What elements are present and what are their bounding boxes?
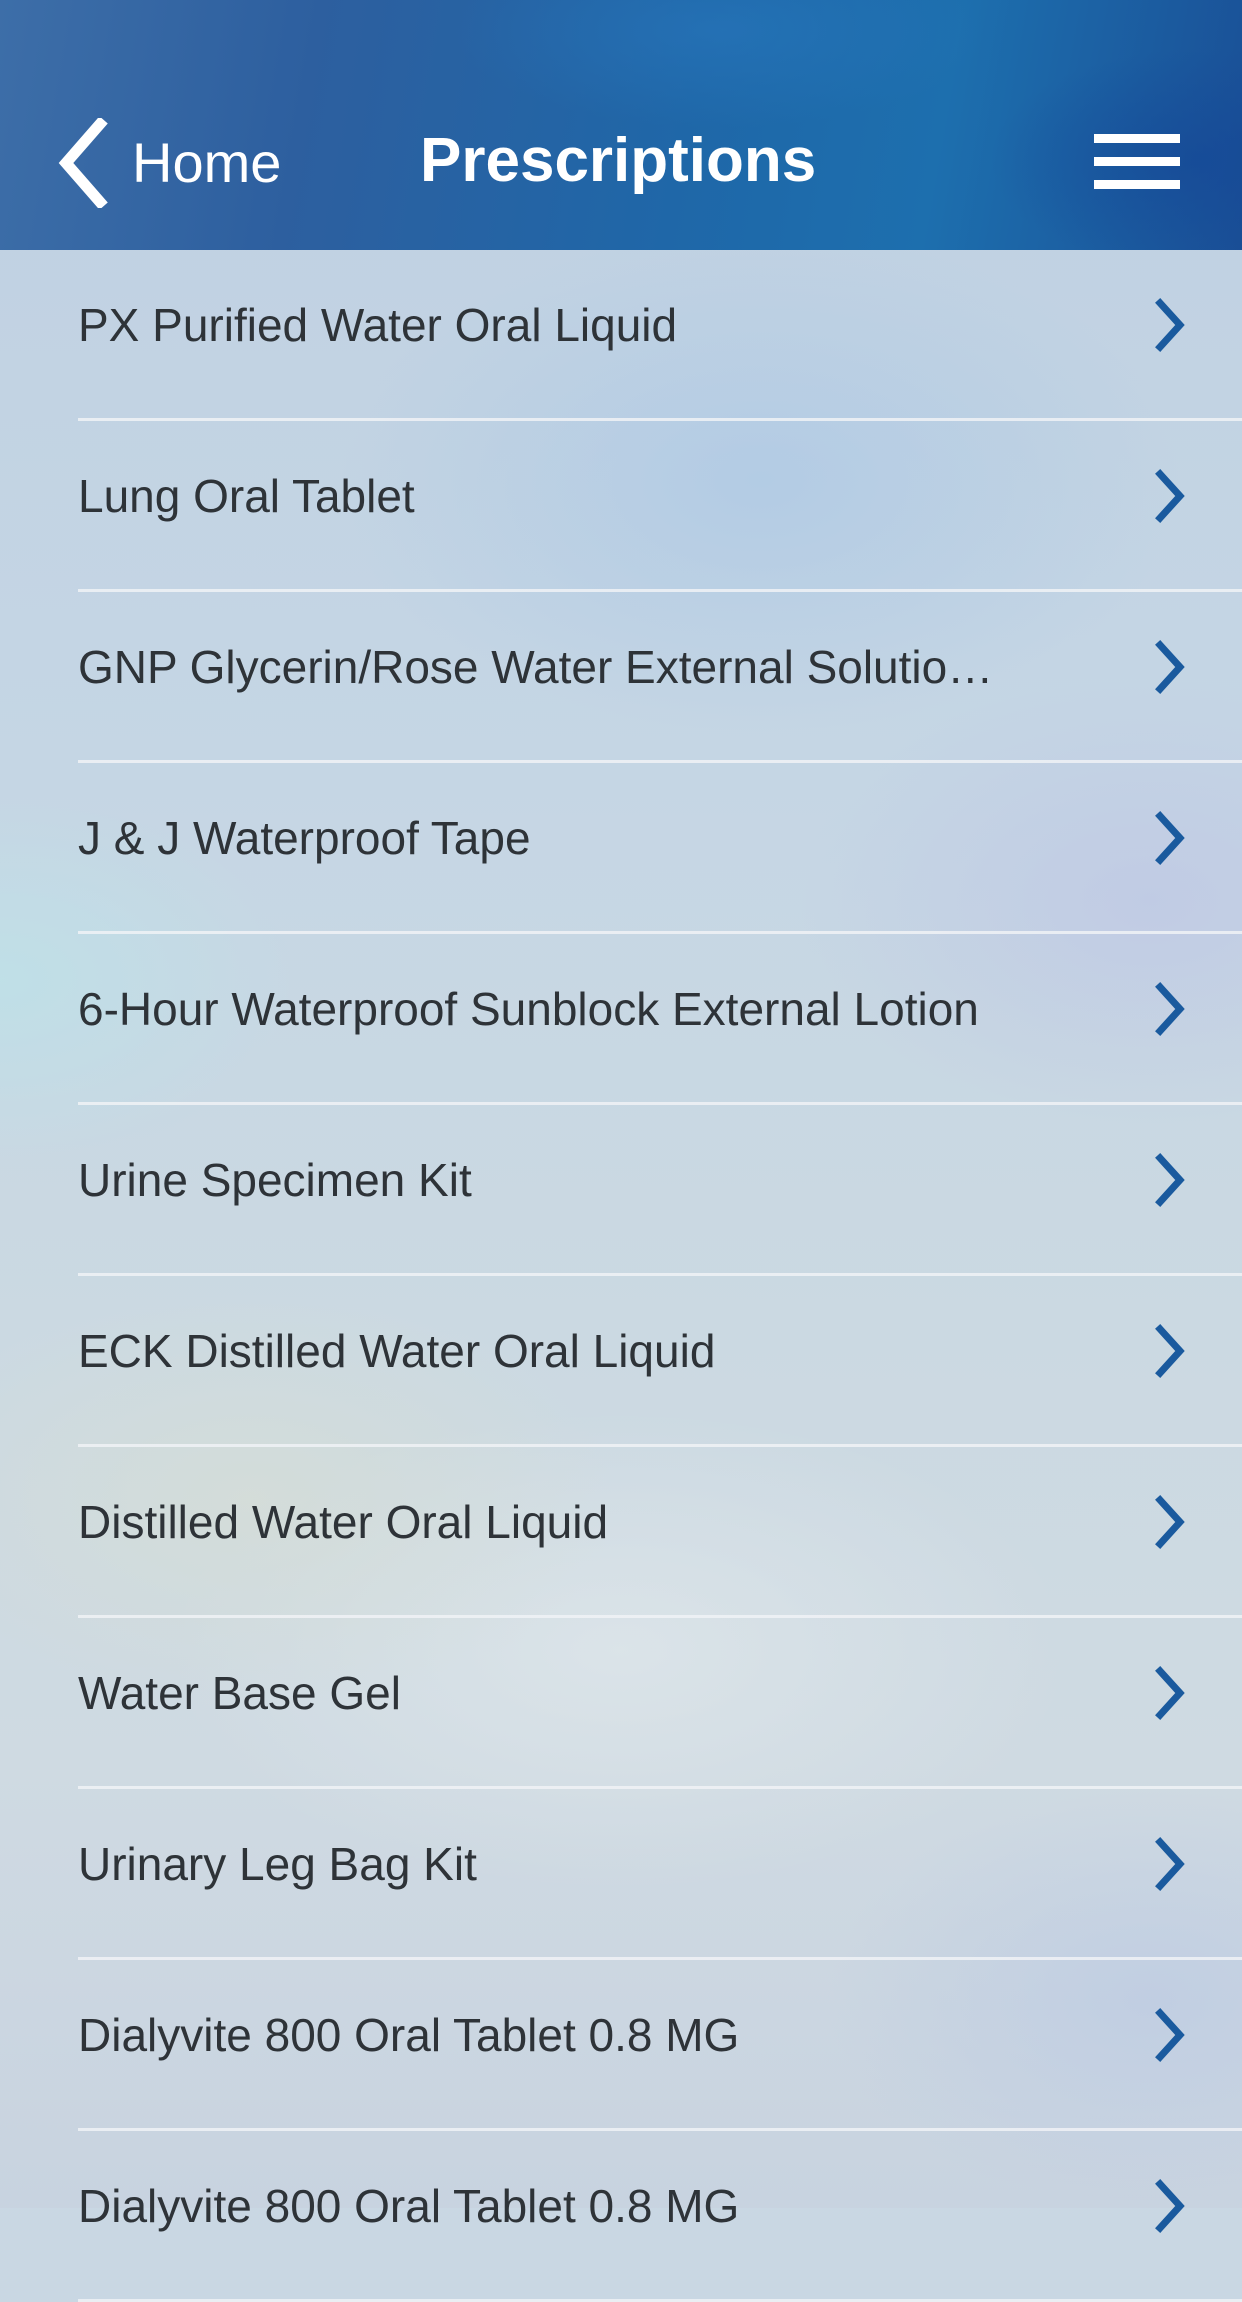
list-item[interactable]: Dialyvite 800 Oral Tablet 0.8 MG: [0, 2131, 1242, 2302]
list-item[interactable]: Water Base Gel: [0, 1618, 1242, 1789]
list-item-label: Dialyvite 800 Oral Tablet 0.8 MG: [78, 2180, 740, 2232]
chevron-right-icon: [1155, 1495, 1185, 1549]
list-item[interactable]: Urine Specimen Kit: [0, 1105, 1242, 1276]
list-item[interactable]: Lung Oral Tablet: [0, 421, 1242, 592]
prescriptions-list: PX Purified Water Oral Liquid Lung Oral …: [0, 250, 1242, 2302]
chevron-right-icon: [1155, 982, 1185, 1036]
chevron-left-icon: [58, 118, 108, 208]
list-item[interactable]: Distilled Water Oral Liquid: [0, 1447, 1242, 1618]
chevron-right-icon: [1155, 640, 1185, 694]
list-item-label: GNP Glycerin/Rose Water External Solutio…: [78, 641, 994, 693]
list-item-label: 6-Hour Waterproof Sunblock External Loti…: [78, 983, 979, 1035]
list-item-label: Dialyvite 800 Oral Tablet 0.8 MG: [78, 2009, 740, 2061]
list-item-label: J & J Waterproof Tape: [78, 812, 531, 864]
list-item-label: Distilled Water Oral Liquid: [78, 1496, 609, 1548]
list-item[interactable]: 6-Hour Waterproof Sunblock External Loti…: [0, 934, 1242, 1105]
hamburger-menu-icon[interactable]: [1094, 134, 1180, 190]
chevron-right-icon: [1155, 1324, 1185, 1378]
chevron-right-icon: [1155, 469, 1185, 523]
list-item[interactable]: GNP Glycerin/Rose Water External Solutio…: [0, 592, 1242, 763]
navigation-bar: Home Prescriptions: [0, 0, 1242, 250]
list-item[interactable]: PX Purified Water Oral Liquid: [0, 250, 1242, 421]
list-item-label: ECK Distilled Water Oral Liquid: [78, 1325, 716, 1377]
list-item[interactable]: Dialyvite 800 Oral Tablet 0.8 MG: [0, 1960, 1242, 2131]
list-item-label: Urine Specimen Kit: [78, 1154, 472, 1206]
list-item[interactable]: ECK Distilled Water Oral Liquid: [0, 1276, 1242, 1447]
list-item[interactable]: Urinary Leg Bag Kit: [0, 1789, 1242, 1960]
chevron-right-icon: [1155, 2179, 1185, 2233]
chevron-right-icon: [1155, 298, 1185, 352]
back-button[interactable]: Home: [56, 118, 281, 208]
back-button-label: Home: [132, 131, 282, 194]
list-item-label: Urinary Leg Bag Kit: [78, 1838, 477, 1890]
chevron-right-icon: [1155, 1837, 1185, 1891]
chevron-right-icon: [1155, 2008, 1185, 2062]
chevron-right-icon: [1155, 811, 1185, 865]
list-item-label: Water Base Gel: [78, 1667, 401, 1719]
chevron-right-icon: [1155, 1153, 1185, 1207]
list-item-label: PX Purified Water Oral Liquid: [78, 299, 678, 351]
page-title: Prescriptions: [420, 126, 817, 195]
chevron-right-icon: [1155, 1666, 1185, 1720]
list-item[interactable]: J & J Waterproof Tape: [0, 763, 1242, 934]
list-item-label: Lung Oral Tablet: [78, 470, 415, 522]
